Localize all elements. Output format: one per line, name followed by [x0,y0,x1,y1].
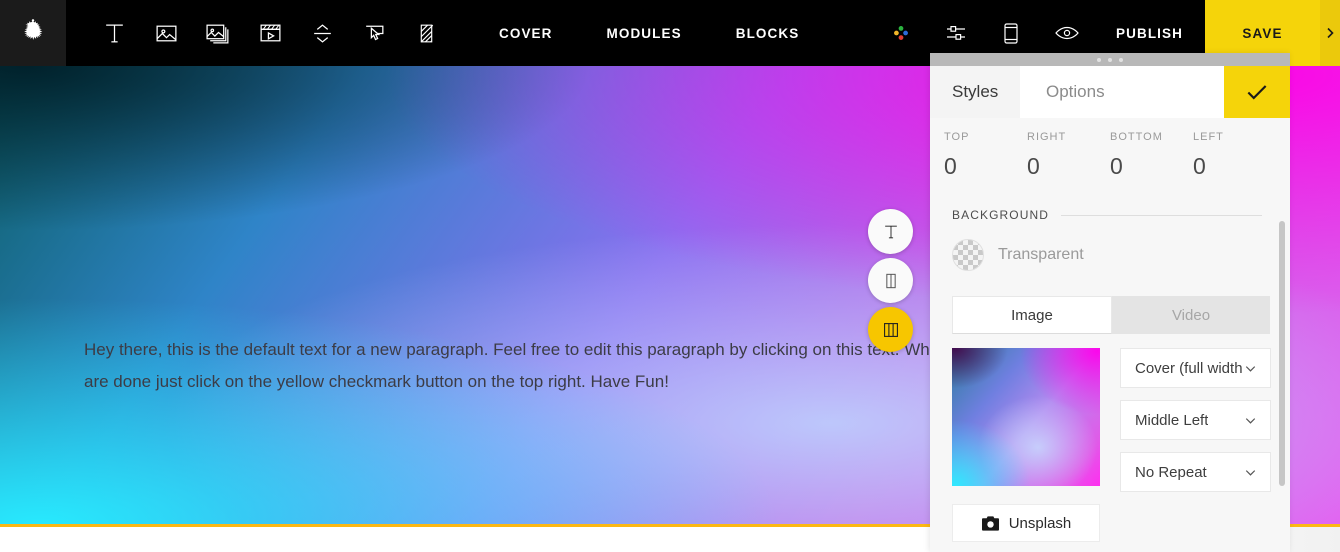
chevron-down-icon [1243,465,1258,480]
spacing-controls: TOP 0 RIGHT 0 BOTTOM 0 LEFT 0 [930,118,1290,180]
panel-tab-bar: Styles Options [930,66,1290,118]
transparent-checker-swatch-icon[interactable] [952,239,984,271]
chevron-right-icon[interactable] [1320,0,1340,66]
eagle-crest-logo-icon [18,18,48,48]
background-position-value: Middle Left [1135,411,1209,429]
background-repeat-select[interactable]: No Repeat [1120,452,1271,492]
paragraph-block[interactable]: Hey there, this is the default text for … [84,334,984,398]
background-section-header: BACKGROUND [930,180,1290,222]
tab-options[interactable]: Options [1020,66,1224,118]
spacing-right[interactable]: RIGHT 0 [1027,131,1110,180]
spacing-bottom-label: BOTTOM [1110,131,1163,143]
add-text-block-button[interactable] [868,209,913,254]
divider-tool-icon[interactable] [400,0,452,66]
background-size-value: Cover (full width [1135,359,1243,377]
grip-dot [1108,57,1112,62]
spacing-left[interactable]: LEFT 0 [1193,131,1276,180]
spacer-tool-icon[interactable] [296,0,348,66]
image-tool-icon[interactable] [140,0,192,66]
background-image-thumbnail[interactable] [952,348,1100,486]
block-quick-actions [868,209,913,352]
video-tool-icon[interactable] [244,0,296,66]
spacing-right-value[interactable]: 0 [1027,153,1110,180]
spacing-top[interactable]: TOP 0 [944,131,1027,180]
nav-cover[interactable]: COVER [472,0,580,66]
gallery-tool-icon[interactable] [192,0,244,66]
two-column-layout-button[interactable] [868,258,913,303]
styles-panel: Styles Options TOP 0 RIGHT 0 BOTTOM 0 LE… [930,53,1290,552]
nav-modules[interactable]: MODULES [580,0,709,66]
section-divider [1061,214,1262,216]
spacing-top-label: TOP [944,131,970,143]
background-position-select[interactable]: Middle Left [1120,400,1271,440]
confirm-button[interactable] [1224,66,1290,118]
editor-root: COVER MODULES BLOCKS PUBLISH SAVE Hey th… [0,0,1340,552]
tab-video[interactable]: Video [1112,296,1270,334]
camera-icon [981,515,1000,532]
grip-dot [1097,57,1101,62]
spacing-bottom-value[interactable]: 0 [1110,153,1193,180]
checkmark-icon [1244,79,1270,105]
three-column-layout-button[interactable] [868,307,913,352]
button-tool-icon[interactable] [348,0,400,66]
chevron-down-icon [1243,361,1258,376]
spacing-left-value[interactable]: 0 [1193,153,1276,180]
background-section-title: BACKGROUND [952,208,1050,222]
block-tools [66,0,452,66]
text-tool-icon[interactable] [88,0,140,66]
unsplash-label: Unsplash [1008,514,1072,532]
panel-drag-handle[interactable] [930,53,1290,66]
spacing-right-label: RIGHT [1027,131,1067,143]
color-dots-icon[interactable] [874,0,928,66]
media-type-tabs: Image Video [952,296,1270,334]
two-column-icon [881,271,901,291]
three-column-icon [880,319,902,341]
background-image-settings: Cover (full width Middle Left No Repeat [930,334,1290,492]
background-repeat-value: No Repeat [1135,463,1207,481]
background-color-row[interactable]: Transparent [930,222,1290,271]
text-block-icon [881,222,901,242]
spacing-top-value[interactable]: 0 [944,153,1027,180]
panel-scrollbar[interactable] [1279,221,1285,486]
background-select-group: Cover (full width Middle Left No Repeat [1120,348,1271,492]
chevron-down-icon [1243,413,1258,428]
nav-blocks[interactable]: BLOCKS [709,0,827,66]
tab-styles[interactable]: Styles [930,66,1020,118]
panel-content: TOP 0 RIGHT 0 BOTTOM 0 LEFT 0 BACKGROUND [930,118,1290,552]
tab-image[interactable]: Image [952,296,1112,334]
grip-dot [1119,57,1123,62]
spacing-bottom[interactable]: BOTTOM 0 [1110,131,1193,180]
logo-button[interactable] [0,0,66,66]
section-nav: COVER MODULES BLOCKS [472,0,826,66]
unsplash-button[interactable]: Unsplash [952,504,1100,542]
background-color-label: Transparent [998,246,1084,263]
spacing-left-label: LEFT [1193,131,1224,143]
background-size-select[interactable]: Cover (full width [1120,348,1271,388]
